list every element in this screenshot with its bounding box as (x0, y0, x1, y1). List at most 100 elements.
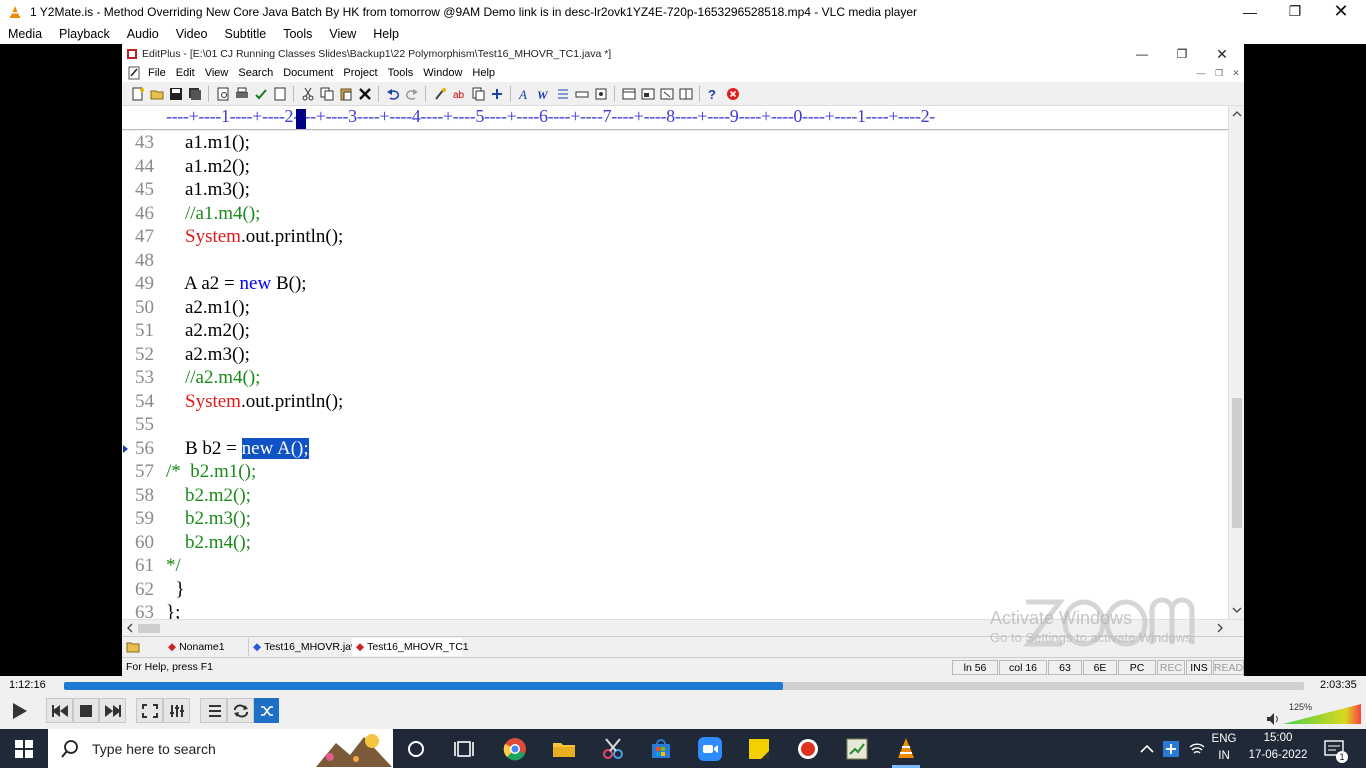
replace-icon[interactable]: ab (449, 85, 468, 103)
code-line[interactable]: 60 b2.m4(); (122, 531, 1228, 555)
code-editor[interactable]: 43 a1.m1(); 44 a1.m2(); 45 a1.m3(); 46 //a1… (122, 131, 1228, 619)
fullscreen-button[interactable] (136, 698, 163, 723)
window-close-all-icon[interactable] (657, 85, 676, 103)
font-icon[interactable]: A (515, 85, 534, 103)
vlc-taskbar-icon[interactable] (893, 736, 919, 762)
windows-start-icon[interactable] (15, 740, 33, 758)
ruler-icon[interactable] (572, 85, 591, 103)
tab-test16-mhovr-java[interactable]: ◆Test16_MHOVR.java (248, 637, 352, 656)
editplus-close-button[interactable]: ✕ (1202, 44, 1242, 64)
print-preview-icon[interactable] (213, 85, 232, 103)
ep-menu-window[interactable]: Window (418, 67, 467, 79)
code-line[interactable]: 54 System.out.println(); (122, 390, 1228, 414)
stop-button[interactable] (73, 698, 99, 723)
directory-folder-icon[interactable] (122, 638, 162, 656)
tab-noname1[interactable]: ◆ Noname1 (162, 638, 248, 656)
ep-menu-tools[interactable]: Tools (383, 67, 419, 79)
code-line[interactable]: 59 b2.m3(); (122, 507, 1228, 531)
help-icon[interactable]: ? (704, 85, 723, 103)
speaker-icon[interactable] (1266, 712, 1280, 726)
volume-slider[interactable] (1283, 702, 1361, 726)
redo-icon[interactable] (402, 85, 421, 103)
code-line[interactable]: 44 a1.m2(); (122, 155, 1228, 179)
code-line[interactable]: 51 a2.m2(); (122, 319, 1228, 343)
file-explorer-icon[interactable] (551, 736, 577, 762)
ep-menu-search[interactable]: Search (233, 67, 278, 79)
delete-icon[interactable] (355, 85, 374, 103)
editplus-minimize-button[interactable]: — (1122, 44, 1162, 64)
tab-test16-mhovr-tc1[interactable]: ◆ Test16_MHOVR_TC1 (352, 637, 469, 656)
find-icon[interactable] (430, 85, 449, 103)
settings-icon[interactable] (591, 85, 610, 103)
wifi-icon[interactable] (1189, 741, 1205, 757)
menu-media[interactable]: Media (0, 27, 51, 41)
code-line[interactable]: 49 A a2 = new B(); (122, 272, 1228, 296)
code-line[interactable]: 57 /* b2.m1(); (122, 460, 1228, 484)
code-line[interactable]: 47 System.out.println(); (122, 225, 1228, 249)
horizontal-scroll-thumb[interactable] (138, 624, 160, 633)
line-numbers-icon[interactable] (553, 85, 572, 103)
menu-tools[interactable]: Tools (275, 27, 321, 41)
mdi-restore-icon[interactable]: ❐ (1210, 64, 1228, 82)
menu-subtitle[interactable]: Subtitle (217, 27, 276, 41)
page-icon[interactable] (270, 85, 289, 103)
window-list-icon[interactable] (676, 85, 695, 103)
code-line[interactable]: 56 B b2 = new A(); (122, 437, 1228, 461)
window-tile-icon[interactable] (619, 85, 638, 103)
menu-audio[interactable]: Audio (119, 27, 168, 41)
save-icon[interactable] (166, 85, 185, 103)
scroll-right-icon[interactable] (1214, 621, 1226, 635)
scroll-left-icon[interactable] (124, 621, 136, 635)
microsoft-store-icon[interactable] (648, 736, 674, 762)
stop-icon[interactable] (723, 85, 742, 103)
word-wrap-icon[interactable]: W (534, 85, 553, 103)
ep-menu-view[interactable]: View (200, 67, 234, 79)
mdi-minimize-icon[interactable]: — (1192, 64, 1210, 82)
taskbar-search-box[interactable]: Type here to search (48, 729, 393, 768)
code-line[interactable]: 45 a1.m3(); (122, 178, 1228, 202)
open-folder-icon[interactable] (147, 85, 166, 103)
cut-icon[interactable] (298, 85, 317, 103)
sticky-notes-icon[interactable] (746, 736, 772, 762)
ep-menu-help[interactable]: Help (467, 67, 500, 79)
save-all-icon[interactable] (185, 85, 204, 103)
code-line[interactable]: 55 (122, 413, 1228, 437)
minimize-button[interactable]: — (1227, 0, 1273, 23)
shuffle-button[interactable] (254, 698, 279, 723)
code-line[interactable]: 50 a2.m1(); (122, 296, 1228, 320)
vertical-scroll-thumb[interactable] (1232, 398, 1242, 528)
print-icon[interactable] (232, 85, 251, 103)
scroll-down-icon[interactable] (1230, 604, 1244, 616)
cortana-icon[interactable] (403, 736, 429, 762)
task-view-icon[interactable] (451, 736, 477, 762)
ep-menu-file[interactable]: File (143, 67, 171, 79)
tray-app-plus-icon[interactable] (1163, 741, 1179, 757)
goto-line-icon[interactable] (487, 85, 506, 103)
new-file-icon[interactable] (128, 85, 147, 103)
play-button[interactable] (4, 698, 34, 723)
next-button[interactable] (99, 698, 126, 723)
paste-icon[interactable] (336, 85, 355, 103)
code-line[interactable]: 46 //a1.m4(); (122, 202, 1228, 226)
vertical-scrollbar[interactable] (1228, 106, 1244, 619)
screen-recorder-icon[interactable] (795, 736, 821, 762)
editplus-taskbar-icon[interactable] (844, 736, 870, 762)
find-in-files-icon[interactable] (468, 85, 487, 103)
scroll-up-icon[interactable] (1230, 108, 1244, 120)
spell-check-icon[interactable] (251, 85, 270, 103)
region-indicator[interactable]: IN (1208, 750, 1240, 762)
clock-date[interactable]: 17-06-2022 (1246, 749, 1310, 761)
code-line[interactable]: 43 a1.m1(); (122, 131, 1228, 155)
ep-menu-project[interactable]: Project (338, 67, 382, 79)
menu-view[interactable]: View (321, 27, 365, 41)
window-cascade-icon[interactable] (638, 85, 657, 103)
zoom-app-icon[interactable] (697, 736, 723, 762)
menu-playback[interactable]: Playback (51, 27, 119, 41)
code-line[interactable]: 48 (122, 249, 1228, 273)
editplus-restore-button[interactable]: ❐ (1162, 44, 1202, 64)
close-button[interactable]: ✕ (1318, 0, 1364, 23)
ep-menu-document[interactable]: Document (278, 67, 338, 79)
copy-icon[interactable] (317, 85, 336, 103)
seek-bar[interactable] (64, 682, 1304, 690)
menu-video[interactable]: Video (168, 27, 217, 41)
